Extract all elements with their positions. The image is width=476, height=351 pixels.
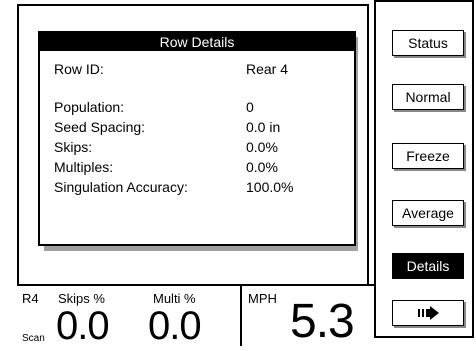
frame-left-border [17,4,19,286]
row-id-label: Row ID: [54,61,104,77]
singulation-accuracy-label: Singulation Accuracy: [54,179,188,195]
seed-spacing-label: Seed Spacing: [54,119,146,135]
population-value: 0 [246,99,254,115]
status-divider [17,284,389,286]
next-page-button[interactable] [392,300,464,326]
frame-right-border [367,4,369,284]
frame-top-border [17,4,367,6]
multiples-label: Multiples: [54,159,114,175]
multiples-value: 0.0% [246,159,278,175]
row-indicator: R4 [22,291,39,306]
skips-label: Skips: [54,139,93,155]
side-menu-right-border [472,0,474,338]
row-details-dialog: Row Details Row ID: Rear 4 Population: 0… [38,31,356,246]
details-button[interactable]: Details [392,253,464,279]
mph-label: MPH [248,291,277,306]
multi-percent-value: 0.0 [148,304,202,348]
monitor-screen: Row Details Row ID: Rear 4 Population: 0… [0,0,476,351]
skips-percent-value: 0.0 [56,304,110,348]
skips-value: 0.0% [246,139,278,155]
normal-button[interactable]: Normal [392,84,464,110]
mph-value: 5.3 [290,295,355,348]
status-separator [240,286,242,346]
average-button[interactable]: Average [392,200,464,226]
status-button[interactable]: Status [392,30,464,56]
freeze-button[interactable]: Freeze [392,143,464,169]
scan-mode-label: Scan [22,333,45,344]
next-page-arrow-icon [418,306,439,320]
population-label: Population: [54,99,125,115]
seed-spacing-value: 0.0 in [246,119,281,135]
singulation-accuracy-value: 100.0% [246,179,294,195]
row-id-value: Rear 4 [246,61,289,77]
dialog-title: Row Details [40,33,354,51]
